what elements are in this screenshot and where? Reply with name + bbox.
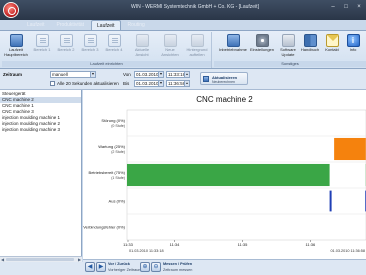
chart-title: CNC machine 2	[196, 95, 253, 104]
row-label: Aus (0%)	[109, 199, 126, 204]
info-icon: i	[346, 34, 360, 47]
auto-refresh-label: Alle 20 Sekunden aktualisieren	[57, 81, 119, 86]
gear-icon	[255, 34, 269, 47]
ribbon-group-label: Laufzeit einrichten	[2, 61, 211, 67]
x-tick-label: 11:35	[238, 242, 248, 247]
inbetriebnahme-button[interactable]: Inbetriebnahme	[218, 34, 248, 53]
hintergrund-aufteilen-button[interactable]: Hintergrund aufteilen	[185, 34, 209, 57]
messen-title: Messen / Prüfen	[163, 262, 193, 266]
bis-time-input[interactable]: 11:36:58 ▴	[166, 80, 190, 87]
laufzeit-hauptbereich-button[interactable]: Laufzeit Hauptbereich	[4, 34, 28, 57]
document-icon	[59, 34, 73, 47]
ribbon-group-laufzeit: Laufzeit Hauptbereich Bereich 1 Bereich …	[2, 32, 212, 68]
book-icon	[303, 34, 317, 47]
tab-laufzeit-home[interactable]: Laufzeit	[22, 20, 50, 30]
bis-label: Bis	[123, 81, 130, 86]
next-period-button[interactable]: ▶	[96, 262, 106, 272]
maximize-button[interactable]: □	[341, 3, 351, 11]
x-tick-label: 11:36	[305, 242, 315, 247]
update-icon	[281, 34, 295, 47]
ribbon-group-sonstiges: Inbetriebnahme Einstellungen Software Up…	[214, 32, 366, 68]
messen-subtitle: Zeitraum messen	[163, 268, 193, 272]
info-button[interactable]: i Info	[341, 34, 365, 53]
timeline-icon	[9, 34, 23, 47]
ribbon-group-label: Sonstiges	[214, 61, 366, 67]
document-icon	[107, 34, 121, 47]
bottom-nav-bar: ◀ ▶ Vor / Zurück Vorheriger Zeitraum ⊕ ⊖…	[83, 259, 366, 275]
chart-panel: Störung (0%) (0 Stufe) Wartung (25%) (2 Stu…	[83, 90, 366, 261]
handbuch-button[interactable]: Handbuch	[298, 34, 322, 53]
window-title: WIN - WERMI Systemtechnik GmbH + Co. KG …	[131, 4, 259, 10]
zeitraum-label: Zeitraum	[3, 72, 23, 77]
tab-routing[interactable]: Routing	[123, 20, 150, 30]
bereich-3-button[interactable]: Bereich 3	[78, 34, 102, 53]
machine-list: Steuergerät CNC machine 2 CNC machine 1 …	[0, 90, 82, 262]
auto-refresh-checkbox[interactable]	[50, 81, 55, 86]
timeline-segment	[334, 137, 366, 161]
ribbon: Laufzeit Hauptbereich Bereich 1 Bereich …	[0, 30, 366, 69]
list-item[interactable]: injection moulding machine 3	[0, 127, 81, 133]
status-area	[0, 262, 83, 275]
document-icon	[35, 34, 49, 47]
bis-date-input[interactable]: 01.03.2010 ▼	[134, 80, 164, 87]
close-button[interactable]: ×	[354, 3, 364, 11]
refresh-icon	[203, 76, 209, 82]
ribbon-tabs: Laufzeit Produktivität Laufzeit Routing	[22, 20, 150, 30]
filter-bar: Zeitraum manuell ▼ Alle 20 Sekunden aktu…	[0, 69, 366, 90]
row-sublabel: (0 Stufe)	[111, 124, 125, 128]
previous-period-button[interactable]: ◀	[85, 262, 95, 272]
minimize-button[interactable]: –	[328, 3, 338, 11]
row-sublabel: (1 Stufe)	[111, 176, 125, 180]
vor-zurueck-subtitle: Vorheriger Zeitraum	[108, 268, 142, 272]
x-tick-label: 11:33	[123, 242, 133, 247]
spinner-icon: ▴	[184, 81, 189, 86]
x-start-label: 01.03.2010 11:33:18	[129, 249, 164, 253]
view-icon	[135, 34, 149, 47]
timeline-segment	[127, 163, 330, 187]
aktuelle-ansicht-button[interactable]: Aktuelle Ansicht	[130, 34, 154, 57]
timeline-chart: Störung (0%)(0 Stufe) Wartung (25%)(2 Stu…	[83, 109, 366, 253]
von-label: Von	[123, 72, 131, 77]
zeitraum-select[interactable]: manuell ▼	[50, 71, 96, 78]
row-label: Betriebsbereit (75%)	[89, 170, 126, 175]
von-time-input[interactable]: 11:33:18 ▴	[166, 71, 190, 78]
row-label: Verbindungsfehler (0%)	[83, 225, 125, 230]
document-icon	[83, 34, 97, 47]
commissioning-icon	[226, 34, 240, 47]
spinner-icon: ▴	[184, 72, 189, 77]
new-view-icon	[163, 34, 177, 47]
neue-ansichten-button[interactable]: Neue Ansichten	[158, 34, 182, 57]
chevron-down-icon: ▼	[90, 72, 95, 77]
background-icon	[190, 34, 204, 47]
zoom-out-button[interactable]: ⊖	[151, 262, 161, 272]
chevron-down-icon: ▼	[158, 81, 163, 86]
vor-zurueck-title: Vor / Zurück	[108, 262, 130, 266]
einstellungen-button[interactable]: Einstellungen	[248, 34, 276, 53]
x-end-label: 01.03.2010 11:36:58	[330, 249, 365, 253]
scrollbar-thumb[interactable]	[6, 258, 74, 261]
bereich-4-button[interactable]: Bereich 4	[102, 34, 126, 53]
refresh-button[interactable]: Aktualisieren Neuberechnen	[200, 72, 248, 85]
tab-produktivitaet[interactable]: Produktivität	[52, 20, 90, 30]
title-bar: WIN - WERMI Systemtechnik GmbH + Co. KG …	[0, 0, 366, 20]
chevron-down-icon: ▼	[158, 72, 163, 77]
bereich-2-button[interactable]: Bereich 2	[54, 34, 78, 53]
row-sublabel: (2 Stufe)	[111, 150, 125, 154]
x-tick-label: 11:34	[170, 242, 180, 247]
row-label: Wartung (25%)	[98, 144, 125, 149]
von-date-input[interactable]: 01.03.2010 ▼	[134, 71, 164, 78]
zoom-in-button[interactable]: ⊕	[140, 262, 150, 272]
row-label: Störung (0%)	[101, 118, 125, 123]
timeline-segment	[329, 190, 332, 212]
software-update-button[interactable]: Software Update	[276, 34, 300, 57]
tab-laufzeit[interactable]: Laufzeit	[91, 20, 121, 30]
app-menu-orb-icon[interactable]	[3, 2, 19, 18]
bereich-1-button[interactable]: Bereich 1	[30, 34, 54, 53]
mail-icon	[325, 34, 339, 47]
